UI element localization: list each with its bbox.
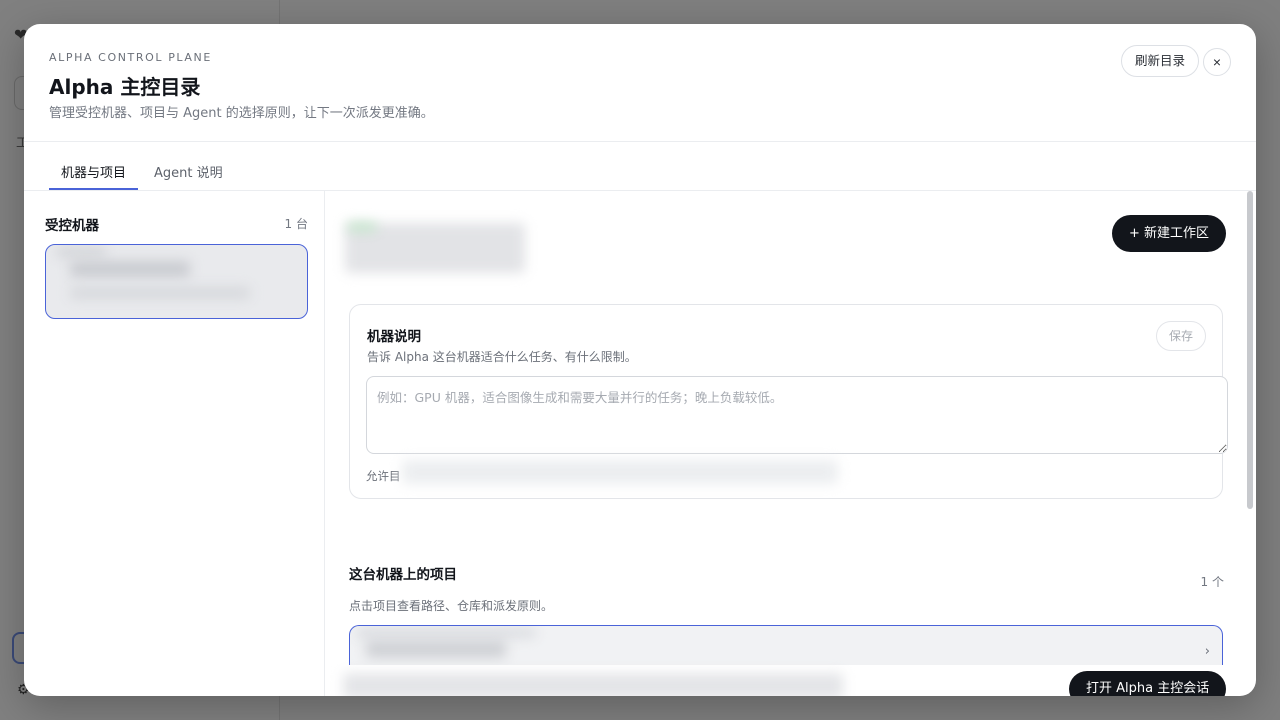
open-alpha-session-button[interactable]: 打开 Alpha 主控会话 bbox=[1069, 671, 1227, 696]
modal-title: Alpha 主控目录 bbox=[49, 75, 201, 99]
machine-description-subtitle: 告诉 Alpha 这台机器适合什么任务、有什么限制。 bbox=[367, 350, 637, 364]
modal-subtitle: 管理受控机器、项目与 Agent 的选择原则，让下一次派发更准确。 bbox=[49, 106, 434, 121]
projects-title: 这台机器上的项目 bbox=[349, 567, 457, 583]
redacted-content bbox=[70, 261, 190, 277]
redacted-content bbox=[56, 247, 106, 257]
redacted-content bbox=[356, 628, 536, 638]
tab-machines-projects[interactable]: 机器与项目 bbox=[61, 162, 126, 181]
machines-title: 受控机器 bbox=[45, 218, 99, 234]
projects-subtitle: 点击项目查看路径、仓库和派发原则。 bbox=[349, 599, 554, 613]
chevron-right-icon: › bbox=[1204, 644, 1210, 659]
redacted-content bbox=[366, 640, 506, 658]
active-tab-indicator bbox=[49, 188, 138, 190]
status-badge bbox=[347, 223, 377, 231]
redacted-content bbox=[70, 287, 250, 299]
redacted-content bbox=[402, 460, 838, 484]
machine-description-input[interactable] bbox=[366, 376, 1228, 454]
modal-eyebrow: ALPHA CONTROL PLANE bbox=[49, 51, 212, 64]
redacted-content bbox=[343, 673, 843, 696]
projects-count: 1 个 bbox=[1200, 575, 1224, 589]
machines-count: 1 台 bbox=[284, 217, 308, 231]
machines-panel: 受控机器 1 台 bbox=[24, 191, 325, 696]
machine-description-title: 机器说明 bbox=[367, 329, 421, 345]
machine-card[interactable] bbox=[45, 244, 308, 319]
close-icon[interactable]: × bbox=[1203, 48, 1231, 76]
new-workspace-button[interactable]: + 新建工作区 bbox=[1112, 215, 1227, 252]
refresh-catalog-button[interactable]: 刷新目录 bbox=[1121, 45, 1200, 77]
project-card[interactable]: › bbox=[349, 625, 1223, 665]
machine-detail-panel: + 新建工作区 机器说明 告诉 Alpha 这台机器适合什么任务、有什么限制。 … bbox=[325, 191, 1256, 696]
modal-header: ALPHA CONTROL PLANE Alpha 主控目录 管理受控机器、项目… bbox=[24, 24, 1256, 142]
machine-description-card: 机器说明 告诉 Alpha 这台机器适合什么任务、有什么限制。 保存 允许目 bbox=[349, 304, 1228, 499]
tab-bar: 机器与项目 Agent 说明 bbox=[24, 142, 1256, 191]
catalog-modal: ALPHA CONTROL PLANE Alpha 主控目录 管理受控机器、项目… bbox=[24, 24, 1256, 696]
scrollbar[interactable] bbox=[1247, 191, 1253, 509]
allowed-directories-label: 允许目 bbox=[366, 469, 401, 483]
tab-agent-notes[interactable]: Agent 说明 bbox=[154, 162, 223, 181]
save-button[interactable]: 保存 bbox=[1156, 321, 1206, 351]
